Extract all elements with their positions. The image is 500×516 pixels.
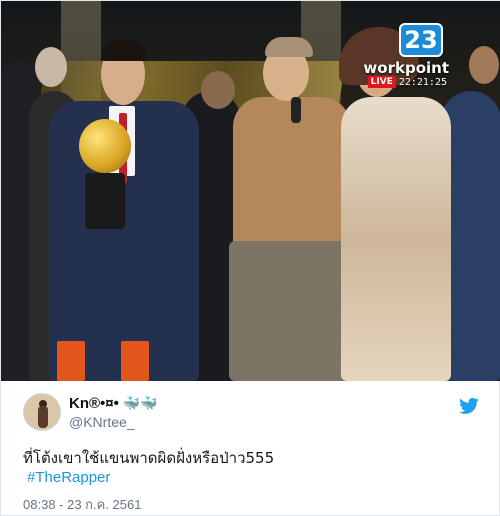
tweet-timestamp[interactable]: 08:38 - 23 ก.ค. 2561 [23, 494, 141, 515]
channel-brand: workpoint [363, 59, 449, 77]
live-indicator: LIVE 22:21:25 [367, 76, 447, 88]
display-name[interactable]: Kn®•¤• [69, 395, 119, 412]
tweet-text: ที่โต้งเขาใช้แขนพาดผิดฝั่งหรือป่าว555 [23, 449, 275, 467]
live-badge: LIVE [367, 76, 396, 88]
channel-logo: 23 [399, 23, 443, 57]
twitter-bird-icon[interactable] [459, 397, 479, 415]
user-handle[interactable]: @KNrtee_ [69, 414, 158, 430]
person-sparkle-outfit [341, 97, 451, 381]
author-names: Kn®•¤• 🐳🐳 @KNrtee_ [69, 395, 158, 430]
live-time: 22:21:25 [398, 76, 447, 88]
embedded-tweet-card: 23 workpoint LIVE 22:21:25 Kn®•¤• 🐳🐳 @KN… [0, 0, 500, 516]
golden-trophy [79, 119, 131, 173]
hashtag-link[interactable]: #TheRapper [27, 469, 110, 486]
avatar[interactable] [23, 393, 61, 431]
whale-emoji: 🐳🐳 [122, 394, 158, 411]
tweet-author[interactable]: Kn®•¤• 🐳🐳 @KNrtee_ [23, 393, 158, 431]
tweet-media-image[interactable]: 23 workpoint LIVE 22:21:25 [1, 1, 500, 381]
microphone [291, 97, 301, 123]
